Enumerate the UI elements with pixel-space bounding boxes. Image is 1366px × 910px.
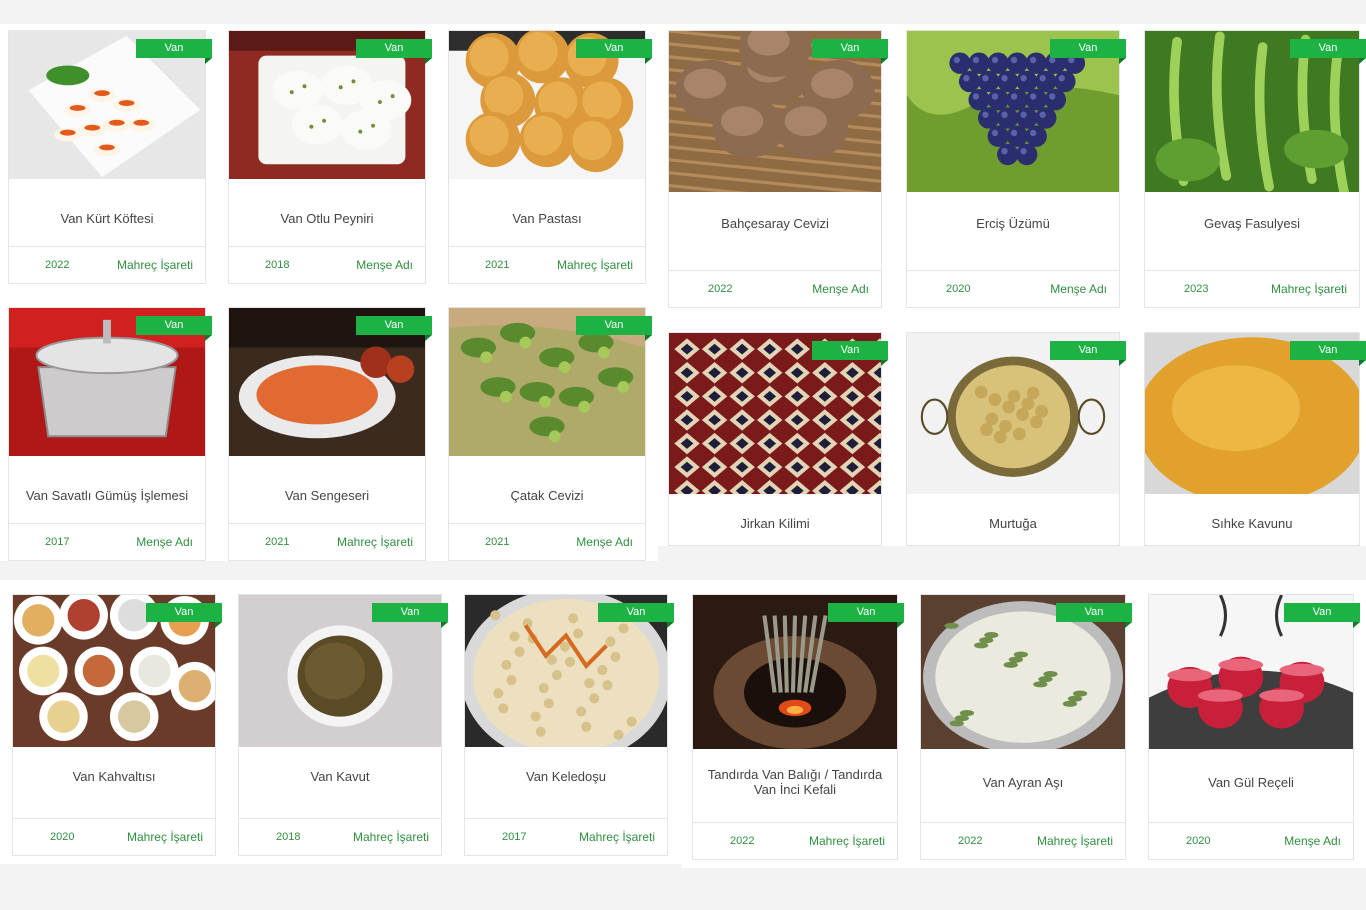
product-card[interactable]: Van Bahçesaray Cevizi 2022 Menşe Adı (668, 30, 888, 308)
product-name[interactable]: Van Savatlı Gümüş İşlemesi (15, 468, 199, 522)
product-card[interactable]: Van Van Kavut 2018 Mahreç İşareti (238, 594, 448, 856)
card-footer: 2022 Menşe Adı (669, 270, 881, 307)
product-name[interactable]: Van Sengeseri (235, 468, 419, 522)
indication-type-link[interactable]: Mahreç İşareti (117, 258, 193, 272)
product-card[interactable]: Van Van Kürt Köftesi 2022 Mahreç İşareti (8, 30, 212, 284)
product-card[interactable]: Van Van Otlu Peyniri 2018 Menşe Adı (228, 30, 432, 284)
indication-type-link[interactable]: Mahreç İşareti (557, 258, 633, 272)
product-card[interactable]: Van Jirkan Kilimi (668, 332, 888, 546)
indication-type-link[interactable]: Mahreç İşareti (353, 830, 429, 844)
card-footer: 2023 Mahreç İşareti (1145, 270, 1359, 307)
indication-type-link[interactable]: Mahreç İşareti (1271, 282, 1347, 296)
registration-year: 2023 (1184, 283, 1209, 295)
product-name[interactable]: Van Kavut (245, 755, 435, 797)
product-name[interactable]: Van Pastası (455, 191, 639, 245)
city-badge: Van (136, 39, 212, 64)
city-badge: Van (356, 39, 432, 64)
city-badge: Van (576, 316, 652, 341)
card-footer: 2018 Menşe Adı (229, 246, 425, 283)
city-badge: Van (136, 316, 212, 341)
registration-year: 2022 (958, 835, 983, 847)
product-name[interactable]: Van Keledoşu (471, 755, 661, 797)
city-badge: Van (812, 341, 888, 366)
registration-year: 2017 (502, 831, 527, 843)
product-name[interactable]: Çatak Cevizi (455, 468, 639, 522)
product-name[interactable]: Sıhke Kavunu (1151, 503, 1353, 543)
registration-year: 2018 (265, 259, 290, 271)
city-badge: Van (1050, 341, 1126, 366)
product-card[interactable]: Van Gevaş Fasulyesi 2023 Mahreç İşareti (1144, 30, 1366, 308)
city-badge: Van (828, 603, 904, 628)
card-footer: 2020 Menşe Adı (1149, 822, 1353, 859)
product-name[interactable]: Murtuğa (913, 503, 1113, 543)
product-name[interactable]: Tandırda Van Balığı / Tandırda Van İnci … (699, 755, 891, 809)
product-name[interactable]: Van Otlu Peyniri (235, 191, 419, 245)
registration-year: 2018 (276, 831, 301, 843)
product-name[interactable]: Van Ayran Aşı (927, 755, 1119, 809)
registration-year: 2020 (1186, 835, 1211, 847)
indication-type-link[interactable]: Menşe Adı (1284, 834, 1341, 848)
indication-type-link[interactable]: Menşe Adı (812, 282, 869, 296)
city-badge: Van (1284, 603, 1360, 628)
card-footer: 2018 Mahreç İşareti (239, 818, 441, 855)
indication-type-link[interactable]: Mahreç İşareti (579, 830, 655, 844)
product-card[interactable]: Van Van Kahvaltısı 2020 Mahreç İşareti (12, 594, 222, 856)
product-card[interactable]: Van Çatak Cevizi 2021 Menşe Adı (448, 307, 652, 561)
registration-year: 2020 (50, 831, 75, 843)
product-name[interactable]: Van Kahvaltısı (19, 755, 209, 797)
card-footer: 2021 Mahreç İşareti (449, 246, 645, 283)
registration-year: 2022 (45, 259, 70, 271)
indication-type-link[interactable]: Mahreç İşareti (1037, 834, 1113, 848)
city-badge: Van (356, 316, 432, 341)
city-badge: Van (1056, 603, 1132, 628)
product-name[interactable]: Van Gül Reçeli (1155, 755, 1347, 809)
registration-year: 2021 (485, 536, 510, 548)
card-footer: 2017 Mahreç İşareti (465, 818, 667, 855)
registration-year: 2020 (946, 283, 971, 295)
city-badge: Van (1050, 39, 1126, 64)
product-name[interactable]: Jirkan Kilimi (675, 503, 875, 543)
product-card[interactable]: Van Van Savatlı Gümüş İşlemesi 2017 Menşe A… (8, 307, 212, 561)
indication-type-link[interactable]: Menşe Adı (356, 258, 413, 272)
card-footer: 2020 Mahreç İşareti (13, 818, 215, 855)
product-card[interactable]: Van Van Gül Reçeli 2020 Menşe Adı (1148, 594, 1360, 860)
city-badge: Van (146, 603, 222, 628)
product-card[interactable]: Van Van Ayran Aşı 2022 Mahreç İşareti (920, 594, 1132, 860)
indication-type-link[interactable]: Mahreç İşareti (337, 535, 413, 549)
product-name[interactable]: Gevaş Fasulyesi (1151, 201, 1353, 245)
product-name[interactable]: Bahçesaray Cevizi (675, 201, 875, 245)
card-footer: 2017 Menşe Adı (9, 523, 205, 560)
card-footer: 2022 Mahreç İşareti (921, 822, 1125, 859)
indication-type-link[interactable]: Menşe Adı (576, 535, 633, 549)
city-badge: Van (812, 39, 888, 64)
product-name[interactable]: Erciş Üzümü (913, 201, 1113, 245)
product-card[interactable]: Van Tandırda Van Balığı / Tandırda Van İn… (692, 594, 904, 860)
card-footer: 2022 Mahreç İşareti (9, 246, 205, 283)
registration-year: 2022 (708, 283, 733, 295)
indication-type-link[interactable]: Menşe Adı (1050, 282, 1107, 296)
registration-year: 2021 (485, 259, 510, 271)
registration-year: 2021 (265, 536, 290, 548)
indication-type-link[interactable]: Mahreç İşareti (127, 830, 203, 844)
indication-type-link[interactable]: Mahreç İşareti (809, 834, 885, 848)
city-badge: Van (372, 603, 448, 628)
product-name[interactable]: Van Kürt Köftesi (15, 191, 199, 245)
city-badge: Van (576, 39, 652, 64)
city-badge: Van (1290, 341, 1366, 366)
card-footer: 2021 Mahreç İşareti (229, 523, 425, 560)
product-card[interactable]: Van Murtuğa (906, 332, 1126, 546)
registration-year: 2022 (730, 835, 755, 847)
product-card[interactable]: Van Van Pastası 2021 Mahreç İşareti (448, 30, 652, 284)
card-footer: 2020 Menşe Adı (907, 270, 1119, 307)
city-badge: Van (598, 603, 674, 628)
product-card[interactable]: Van Erciş Üzümü 2020 Menşe Adı (906, 30, 1126, 308)
indication-type-link[interactable]: Menşe Adı (136, 535, 193, 549)
city-badge: Van (1290, 39, 1366, 64)
card-footer: 2021 Menşe Adı (449, 523, 645, 560)
product-card[interactable]: Van Van Sengeseri 2021 Mahreç İşareti (228, 307, 432, 561)
card-footer: 2022 Mahreç İşareti (693, 822, 897, 859)
product-card[interactable]: Van Van Keledoşu 2017 Mahreç İşareti (464, 594, 674, 856)
product-card[interactable]: Van Sıhke Kavunu (1144, 332, 1366, 546)
registration-year: 2017 (45, 536, 70, 548)
